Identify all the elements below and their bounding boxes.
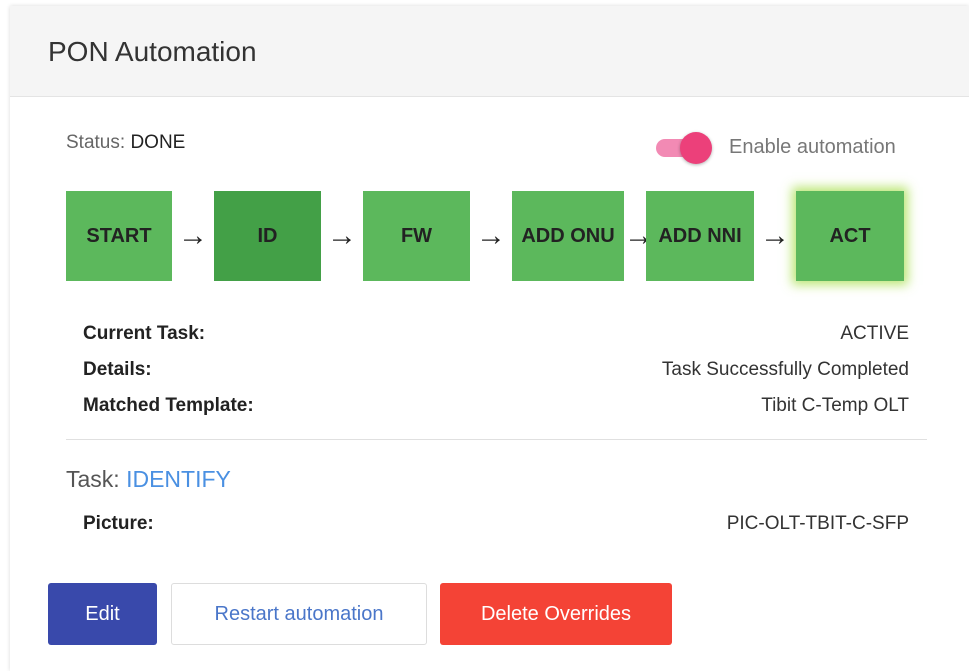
arrow-icon: → (624, 219, 654, 252)
status-value: DONE (130, 132, 186, 153)
arrow-icon: → (178, 219, 208, 252)
arrow-icon: → (327, 219, 357, 252)
picture-value: PIC-OLT-TBIT-C-SFP (726, 513, 909, 534)
workflow-steps: START → ID → FW → ADD ONU → ADD NNI → AC… (66, 191, 904, 281)
arrow-icon: → (760, 219, 790, 252)
current-task-label: Current Task: (83, 323, 206, 344)
arrow-icon: → (476, 219, 506, 252)
task-label: Task: (66, 466, 120, 492)
step-add-onu: ADD ONU (512, 191, 624, 281)
details-value: Task Successfully Completed (661, 359, 909, 380)
pon-automation-card: PON Automation Status: DONE Enable autom… (10, 6, 969, 671)
edit-button[interactable]: Edit (48, 583, 157, 645)
details-label: Details: (83, 359, 152, 380)
enable-automation-toggle[interactable] (656, 130, 712, 164)
info-row-details: Details: Task Successfully Completed (83, 359, 909, 381)
step-act: ACT (796, 191, 904, 281)
info-row-current-task: Current Task: ACTIVE (83, 323, 909, 345)
toggle-knob[interactable] (680, 132, 712, 164)
task-heading: Task: IDENTIFY (66, 466, 231, 493)
task-name: IDENTIFY (126, 466, 231, 492)
current-task-value: ACTIVE (840, 323, 909, 344)
step-fw: FW (363, 191, 470, 281)
step-add-nni: ADD NNI (646, 191, 754, 281)
step-start: START (66, 191, 172, 281)
step-id: ID (214, 191, 321, 281)
card-title: PON Automation (48, 36, 257, 67)
status-label: Status: (66, 132, 126, 153)
delete-overrides-button[interactable]: Delete Overrides (440, 583, 672, 645)
section-divider (66, 439, 927, 440)
matched-template-value: Tibit C-Temp OLT (761, 395, 909, 416)
matched-template-label: Matched Template: (83, 395, 254, 416)
status-line: Status: DONE (66, 132, 185, 154)
info-row-picture: Picture: PIC-OLT-TBIT-C-SFP (83, 513, 909, 535)
picture-label: Picture: (83, 513, 154, 534)
restart-automation-button[interactable]: Restart automation (171, 583, 427, 645)
enable-automation-label: Enable automation (729, 136, 896, 158)
info-row-matched-template: Matched Template: Tibit C-Temp OLT (83, 395, 909, 417)
